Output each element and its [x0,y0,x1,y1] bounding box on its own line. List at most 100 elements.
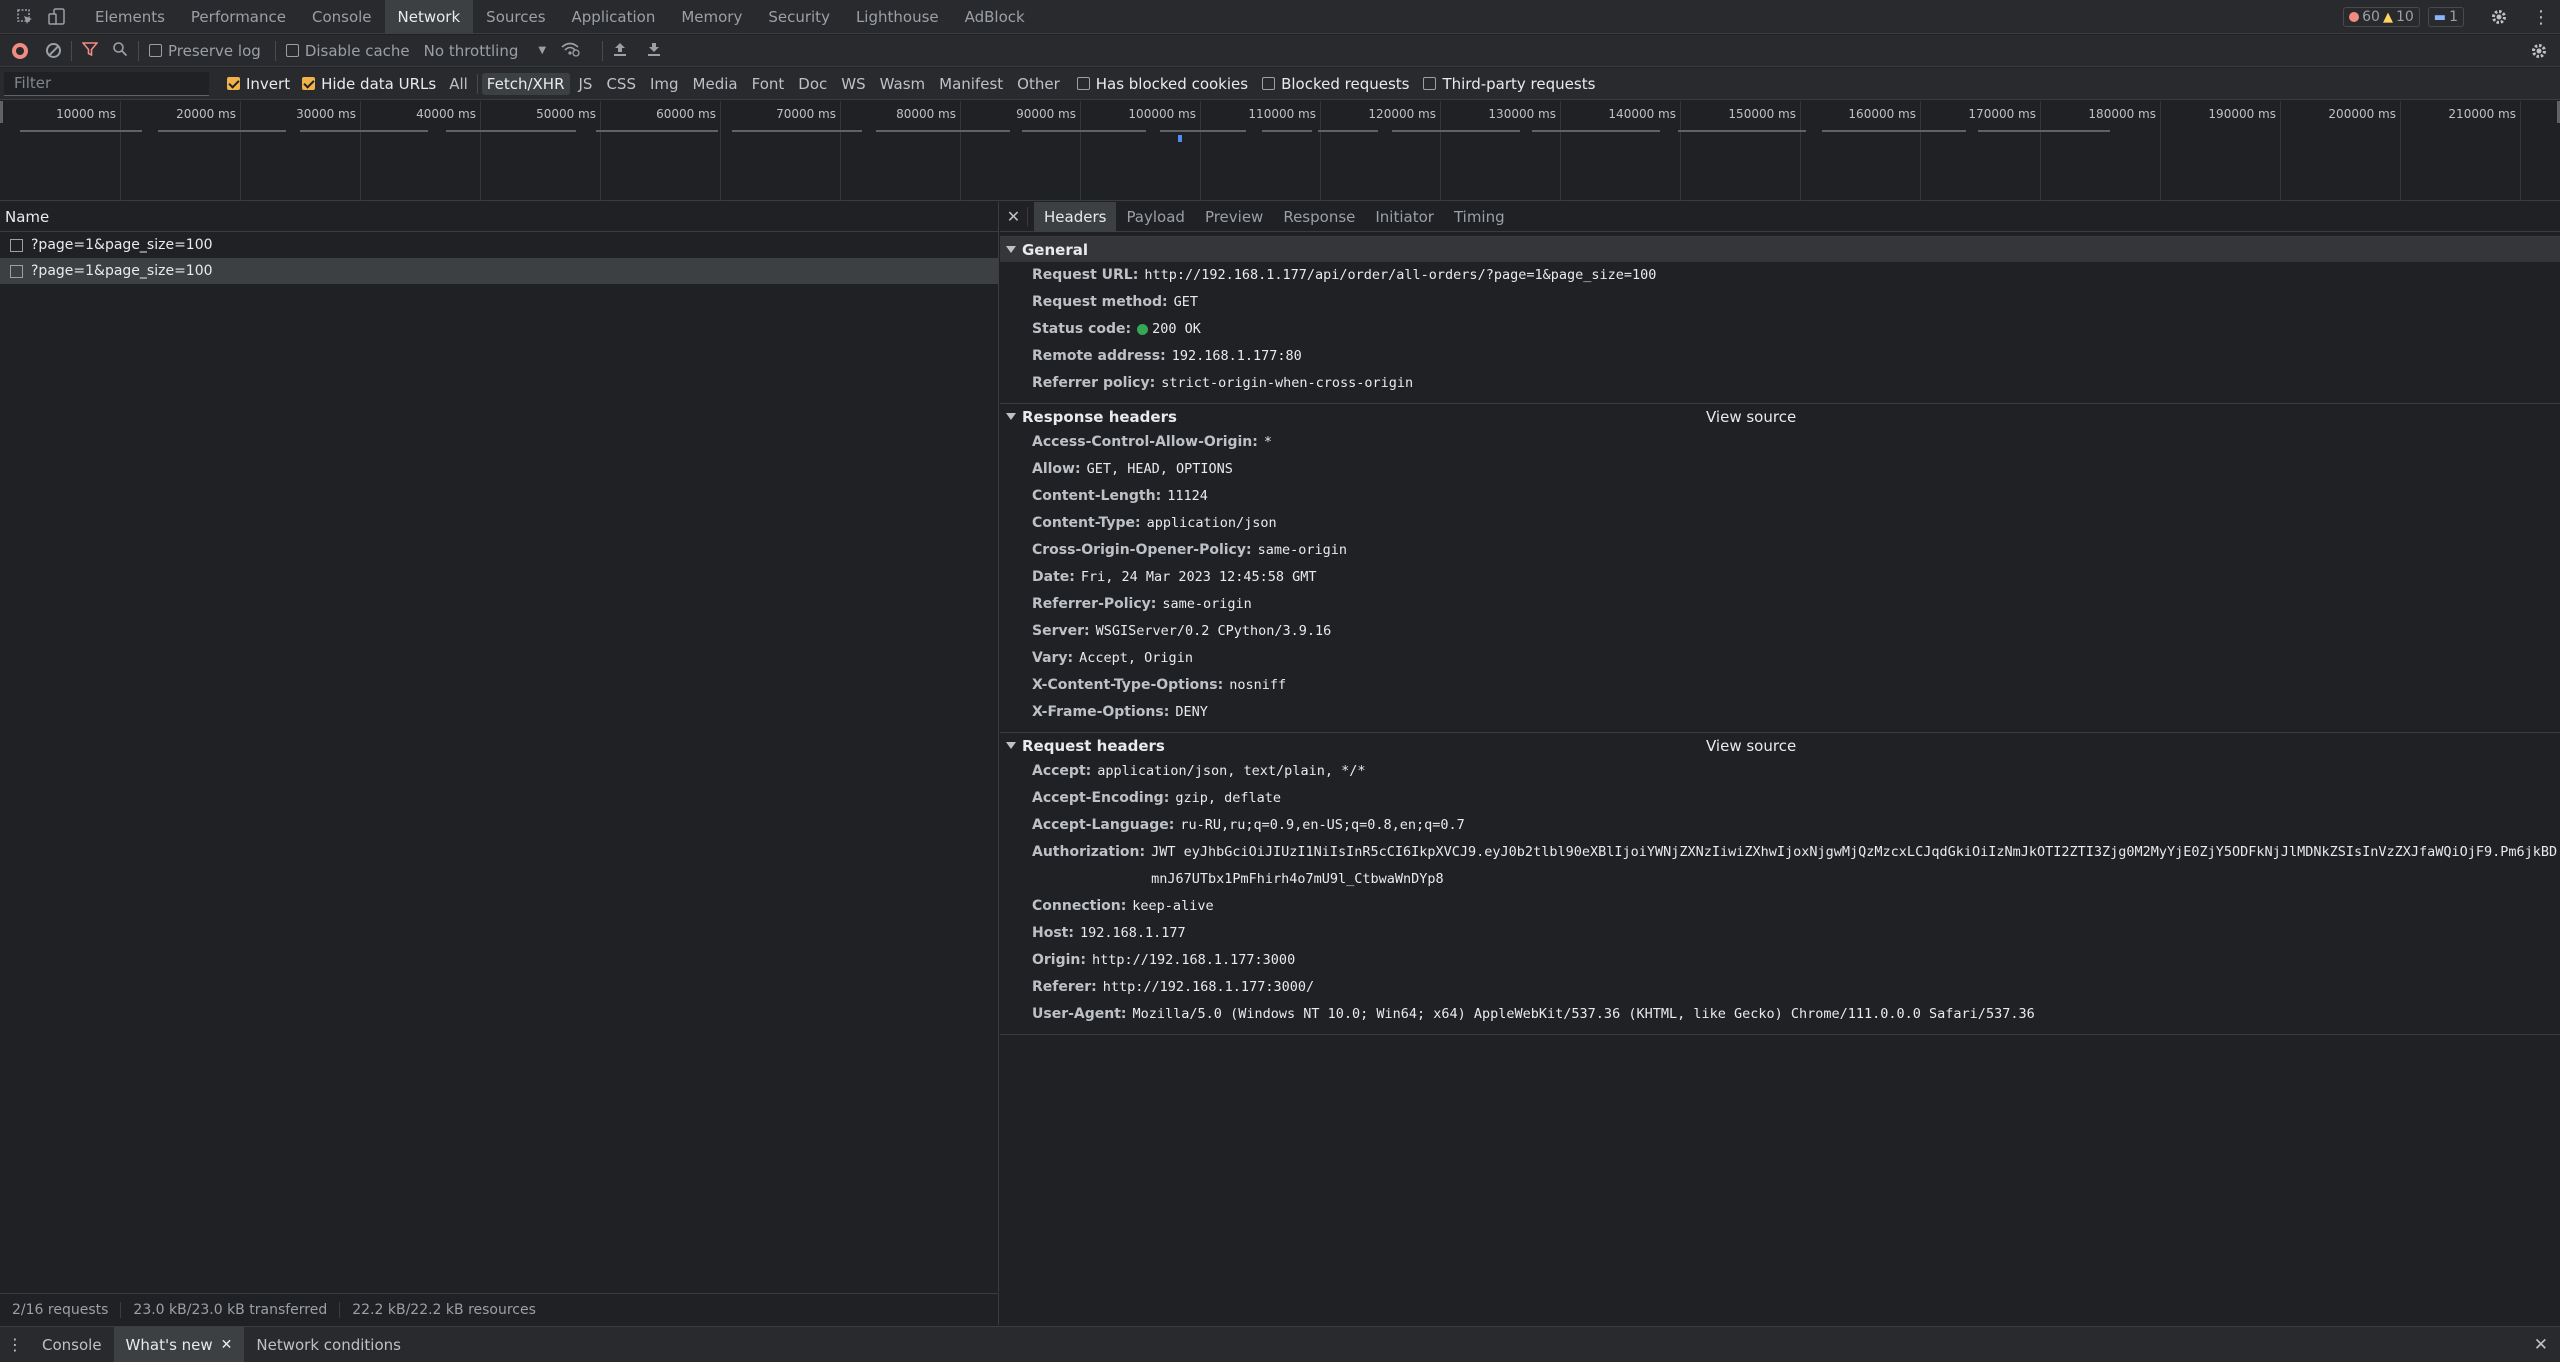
checkbox-box [302,77,316,90]
record-button[interactable] [12,42,28,59]
record-icon [16,46,24,55]
timeline-tick-label: 10000 ms [56,107,116,121]
timeline-left-handle[interactable] [0,101,3,123]
tab-payload[interactable]: Payload [1116,202,1195,232]
third-party-requests-checkbox[interactable]: Third-party requests [1423,75,1595,93]
tab-console[interactable]: Console [299,0,385,34]
inspect-element-icon[interactable] [12,4,38,30]
warning-icon: ▲ [2382,9,2393,25]
tab-elements[interactable]: Elements [82,0,178,34]
close-tab-icon[interactable]: ✕ [221,1337,233,1353]
header-key: Referer: [1032,979,1097,995]
type-filter-other[interactable]: Other [1012,73,1065,95]
type-filter-manifest[interactable]: Manifest [934,73,1008,95]
view-source-link[interactable]: View source [1706,737,1796,755]
network-settings-gear-icon[interactable] [2530,42,2548,64]
invert-checkbox[interactable]: Invert [227,75,290,93]
tab-lighthouse[interactable]: Lighthouse [843,0,952,34]
hide-data-urls-checkbox[interactable]: Hide data URLs [302,75,436,93]
timeline-activity-bar [1022,130,1146,132]
tab-headers[interactable]: Headers [1034,201,1117,232]
tab-memory[interactable]: Memory [668,0,755,34]
timeline-tick-label: 70000 ms [776,107,836,121]
type-filter-js[interactable]: JS [574,73,598,95]
timeline-tick-label: 190000 ms [2208,107,2276,121]
filter-input[interactable] [4,71,209,96]
error-count: 60 [2362,9,2380,25]
header-row: Cross-Origin-Opener-Policy: same-origin [1000,537,2560,564]
filter-bar: Invert Hide data URLs All Fetch/XHR JS C… [0,68,2560,100]
type-filter-media[interactable]: Media [688,73,743,95]
issue-counter[interactable]: 60 ▲ 10 [2343,7,2420,27]
timeline-tick-label: 200000 ms [2328,107,2396,121]
header-value: same-origin [1162,596,1252,612]
tab-application[interactable]: Application [559,0,669,34]
header-key: Allow: [1032,461,1081,477]
divider [138,40,139,61]
has-blocked-cookies-checkbox[interactable]: Has blocked cookies [1076,75,1248,93]
network-conditions-icon[interactable] [560,41,580,61]
request-headers-section-header[interactable]: Request headers View source [1000,732,2560,758]
more-options-icon[interactable]: ⋮ [2528,4,2554,30]
header-value: gzip, deflate [1175,790,1281,806]
preserve-log-checkbox[interactable]: Preserve log [149,42,261,60]
general-section-header[interactable]: General [1000,236,2560,262]
tab-sources[interactable]: Sources [473,0,558,34]
device-toolbar-icon[interactable] [44,4,70,30]
checkbox-box [227,77,240,90]
checkbox-box [285,44,299,57]
settings-gear-icon[interactable] [2486,4,2512,30]
drawer-tab-label: What's new [125,1335,213,1354]
timeline-overview[interactable]: 10000 ms 20000 ms 30000 ms 40000 ms 50000 ms… [0,101,2560,201]
import-har-icon[interactable] [613,41,627,61]
header-row: Vary: Accept, Origin [1000,645,2560,672]
view-source-link[interactable]: View source [1706,408,1796,426]
tab-adblock[interactable]: AdBlock [952,0,1038,34]
blocked-requests-checkbox[interactable]: Blocked requests [1262,75,1409,93]
type-filter-img[interactable]: Img [645,73,684,95]
type-filter-doc[interactable]: Doc [793,73,832,95]
search-icon[interactable] [112,41,128,61]
name-column-header[interactable]: Name [0,202,998,232]
clear-icon[interactable] [46,43,61,58]
request-details-panel: ✕ Headers Payload Preview Response Initi… [1000,201,2560,1326]
timeline-activity-bar [596,130,718,132]
throttling-select[interactable]: No throttling ▼ [424,42,546,60]
tab-initiator[interactable]: Initiator [1365,202,1444,232]
tab-response[interactable]: Response [1273,202,1365,232]
tab-performance[interactable]: Performance [178,0,299,34]
tab-timing[interactable]: Timing [1444,202,1515,232]
drawer-menu-icon[interactable]: ⋮ [0,1335,30,1354]
close-details-icon[interactable]: ✕ [1000,207,1028,226]
header-value: http://192.168.1.177:3000 [1092,952,1296,968]
timeline-tick-label: 160000 ms [1848,107,1916,121]
header-row: Content-Type: application/json [1000,510,2560,537]
type-filter-fetch-xhr[interactable]: Fetch/XHR [481,72,570,95]
tab-network[interactable]: Network [384,0,474,34]
drawer-tab-network-conditions[interactable]: Network conditions [244,1327,413,1362]
close-drawer-icon[interactable]: ✕ [2534,1335,2548,1355]
disable-cache-checkbox[interactable]: Disable cache [285,42,410,60]
error-icon [2349,12,2360,22]
request-row-selected[interactable]: ?page=1&page_size=100 [0,258,998,284]
timeline-tick-label: 80000 ms [896,107,956,121]
type-filter-css[interactable]: CSS [601,73,641,95]
bottom-drawer-bar: ⋮ Console What's new ✕ Network condition… [0,1326,2560,1362]
type-filter-all[interactable]: All [444,73,473,95]
type-filter-font[interactable]: Font [747,73,790,95]
response-headers-section-header[interactable]: Response headers View source [1000,403,2560,429]
type-filter-ws[interactable]: WS [836,73,870,95]
third-party-requests-label: Third-party requests [1442,74,1596,93]
export-har-icon[interactable] [647,41,661,61]
tab-security[interactable]: Security [755,0,843,34]
drawer-tab-whats-new[interactable]: What's new ✕ [113,1326,245,1362]
messages-counter[interactable]: ▬ 1 [2427,7,2464,27]
type-filter-wasm[interactable]: Wasm [875,73,931,95]
drawer-tab-console[interactable]: Console [30,1327,114,1362]
header-value: 200 OK [1152,321,1201,337]
request-row[interactable]: ?page=1&page_size=100 [0,232,998,258]
tab-preview[interactable]: Preview [1195,202,1273,232]
filter-icon[interactable] [81,41,99,61]
timeline-tick-label: 20000 ms [176,107,236,121]
requests-count: 2/16 requests [0,1301,122,1318]
